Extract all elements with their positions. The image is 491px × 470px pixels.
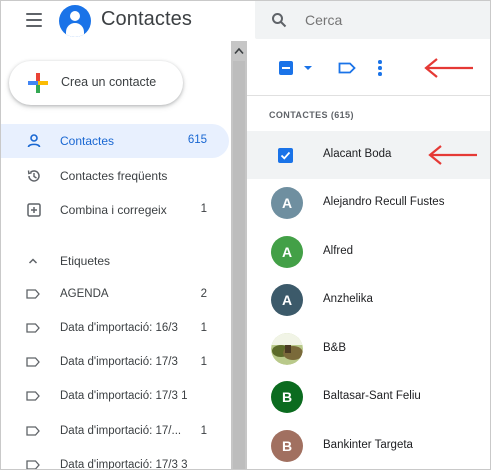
contact-row[interactable]: B Baltasar-Sant Feliu (247, 373, 490, 421)
sidebar: Crea un contacte Contactes 615 Contactes… (1, 41, 231, 470)
contact-row[interactable]: B Bankinter Targeta (247, 422, 490, 469)
select-dropdown-icon[interactable] (304, 66, 312, 70)
search-bar[interactable] (255, 1, 490, 39)
annotation-arrow-icon (428, 145, 477, 165)
photo-avatar (271, 333, 303, 365)
plus-icon (28, 73, 48, 93)
sidebar-label-item[interactable]: Data d'importació: 17/... 1 (1, 414, 229, 448)
sidebar-item-merge[interactable]: Combina i corregeix 1 (1, 193, 229, 227)
contact-row[interactable]: A Alejandro Recull Fustes (247, 179, 490, 227)
chevron-up-icon[interactable] (28, 256, 38, 266)
label-icon[interactable] (338, 62, 356, 74)
check-icon (280, 151, 291, 160)
contact-name: Alacant Boda (323, 148, 392, 160)
label-icon (26, 426, 40, 436)
avatar: B (271, 381, 303, 413)
label-name: Data d'importació: 17/3 1 (60, 390, 188, 402)
scrollbar-thumb[interactable] (233, 61, 245, 469)
contact-row[interactable]: A Anzhelika (247, 276, 490, 324)
label-name: Data d'importació: 16/3 (60, 322, 178, 334)
label-name: Data d'importació: 17/3 3 (60, 459, 188, 470)
contact-name: Alfred (323, 245, 354, 257)
sidebar-item-frequent[interactable]: Contactes freqüents (1, 159, 229, 193)
select-all-checkbox[interactable] (279, 61, 293, 75)
sidebar-item-label: Contactes freqüents (60, 169, 168, 183)
sidebar-label-item[interactable]: Data d'importació: 17/3 3 (1, 448, 229, 470)
contact-checkbox[interactable] (278, 148, 293, 163)
contacts-logo-icon (59, 5, 91, 37)
contact-name: Bankinter Targeta (323, 439, 413, 451)
avatar: A (271, 236, 303, 268)
sidebar-item-label: Combina i corregeix (60, 203, 167, 217)
sidebar-item-contacts[interactable]: Contactes 615 (1, 124, 229, 158)
app-title: Contactes (101, 8, 192, 30)
contacts-section-header: CONTACTES (615) (269, 110, 354, 120)
label-icon (26, 357, 40, 367)
merge-count: 1 (200, 203, 207, 215)
contact-row[interactable]: A Alfred (247, 228, 490, 276)
create-contact-button[interactable]: Crea un contacte (9, 61, 183, 105)
history-icon (27, 170, 40, 182)
more-options-icon[interactable] (378, 60, 382, 76)
avatar: A (271, 187, 303, 219)
avatar: A (271, 284, 303, 316)
labels-section-header[interactable]: Etiquetes (1, 246, 229, 276)
contacts-count: 615 (187, 134, 207, 146)
scroll-up-icon[interactable] (234, 47, 244, 55)
sidebar-label-item[interactable]: Data d'importació: 17/3 1 (1, 345, 229, 379)
avatar: B (271, 430, 303, 462)
label-count: 1 (200, 425, 207, 437)
sidebar-label-item[interactable]: Data d'importació: 16/3 1 (1, 311, 229, 345)
label-name: Data d'importació: 17/3 (60, 356, 178, 368)
search-input[interactable] (305, 12, 475, 28)
contacts-window: Contactes Crea un contacte Contactes (0, 0, 491, 470)
contact-name: Alejandro Recull Fustes (323, 196, 445, 208)
app-header: Contactes (1, 1, 247, 41)
annotation-arrow-icon (424, 58, 473, 78)
contact-name: B&B (323, 342, 347, 354)
sidebar-label-item[interactable]: Data d'importació: 17/3 1 (1, 379, 229, 413)
label-icon (26, 323, 40, 333)
label-icon (26, 460, 40, 469)
labels-header-label: Etiquetes (60, 254, 111, 268)
merge-icon (27, 203, 41, 217)
main-menu-icon[interactable] (26, 13, 42, 27)
label-count: 1 (200, 356, 207, 368)
contact-list-panel: CONTACTES (615) Alacant Boda A Alejandro… (247, 41, 490, 469)
sidebar-label-item[interactable]: AGENDA 2 (1, 277, 229, 311)
label-icon (26, 289, 40, 299)
contact-row[interactable]: Alacant Boda (247, 131, 490, 179)
label-icon (26, 391, 40, 401)
sidebar-item-label: Contactes (60, 134, 115, 148)
label-count: 2 (200, 288, 207, 300)
search-icon[interactable] (271, 12, 287, 28)
contact-name: Anzhelika (323, 293, 373, 305)
contact-name: Baltasar-Sant Feliu (323, 390, 421, 402)
create-contact-label: Crea un contacte (61, 75, 157, 89)
label-name: AGENDA (60, 288, 109, 300)
contact-row[interactable]: B&B (247, 325, 490, 373)
person-icon (27, 134, 41, 148)
list-toolbar (247, 41, 490, 96)
label-count: 1 (200, 322, 207, 334)
label-name: Data d'importació: 17/... (60, 425, 182, 437)
